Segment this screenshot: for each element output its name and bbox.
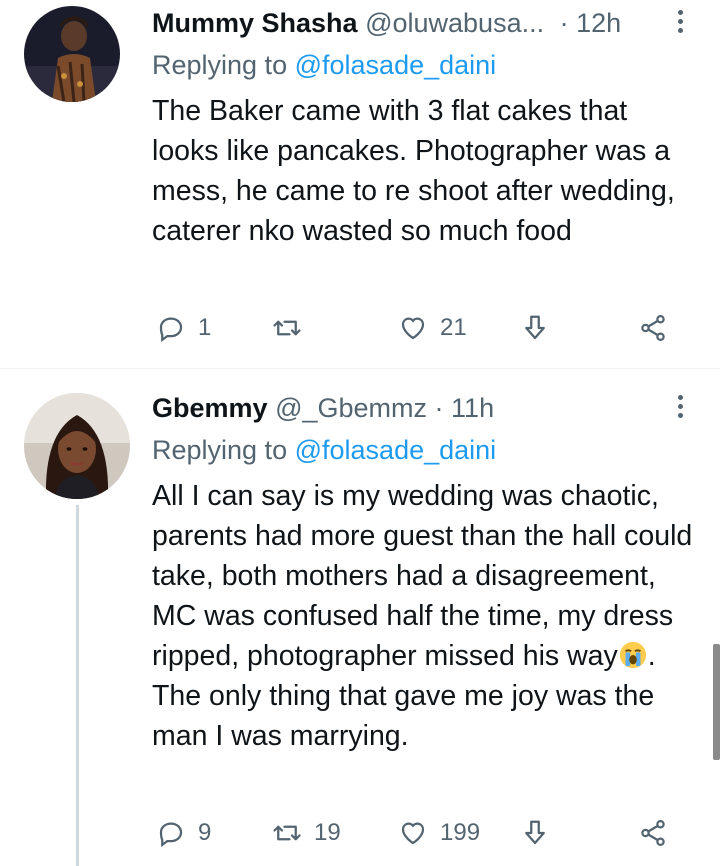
- share-button[interactable]: [638, 813, 668, 853]
- tweet-2-header: Gbemmy @_Gbemmz · 11h: [152, 391, 680, 425]
- thread-line: [76, 505, 79, 866]
- more-vertical-icon[interactable]: [676, 10, 684, 33]
- reply-button[interactable]: 9: [156, 813, 211, 853]
- tweet-1-header: Mummy Shasha @oluwabusa... · 12h: [152, 6, 680, 40]
- tweet-1[interactable]: Mummy Shasha @oluwabusa... · 12h Replyin…: [0, 0, 720, 368]
- tweet-1-actions: 1 21: [152, 308, 680, 348]
- vote-button[interactable]: [520, 813, 550, 853]
- avatar-gbemmy[interactable]: [24, 393, 130, 499]
- user-handle[interactable]: @oluwabusa...: [365, 8, 544, 38]
- replying-to: Replying to @folasade_daini: [152, 433, 496, 467]
- reply-count: 1: [198, 314, 212, 341]
- reply-icon: [159, 317, 183, 343]
- tweet-text-part-1: All I can say is my wedding was chaotic,…: [152, 480, 693, 672]
- more-vertical-icon[interactable]: [676, 395, 684, 418]
- retweet-icon: [273, 320, 301, 336]
- like-count: 199: [440, 819, 481, 846]
- download-arrow-icon: [525, 820, 545, 845]
- reply-button[interactable]: 1: [156, 308, 211, 348]
- replying-to-handle[interactable]: @folasade_daini: [295, 435, 497, 465]
- share-button[interactable]: [638, 308, 668, 348]
- heart-icon: [401, 317, 425, 340]
- user-handle[interactable]: @_Gbemmz: [275, 393, 427, 423]
- share-icon: [641, 315, 665, 341]
- replying-to-handle[interactable]: @folasade_daini: [295, 50, 497, 80]
- replying-to-prefix: Replying to: [152, 50, 288, 80]
- tweet-text: All I can say is my wedding was chaotic,…: [152, 476, 700, 756]
- separator-dot: ·: [434, 393, 444, 423]
- avatar-mummy-shasha[interactable]: [24, 6, 120, 102]
- separator-dot: ·: [559, 8, 569, 38]
- retweet-icon: [273, 825, 301, 841]
- like-count: 21: [440, 314, 467, 341]
- display-name[interactable]: Gbemmy: [152, 393, 268, 423]
- scrollbar[interactable]: [713, 644, 720, 760]
- timestamp[interactable]: 12h: [576, 8, 621, 38]
- replying-to-prefix: Replying to: [152, 435, 288, 465]
- replying-to: Replying to @folasade_daini: [152, 48, 496, 82]
- crying-face-emoji: [619, 641, 646, 669]
- vote-button[interactable]: [520, 308, 550, 348]
- retweet-button[interactable]: [272, 308, 314, 348]
- download-arrow-icon: [525, 315, 545, 340]
- tweet-2-actions: 9 19 199: [152, 813, 680, 853]
- share-icon: [641, 820, 665, 846]
- tweet-2[interactable]: Gbemmy @_Gbemmz · 11h Replying to @folas…: [0, 369, 720, 866]
- timestamp[interactable]: 11h: [451, 393, 494, 423]
- reply-count: 9: [198, 819, 212, 846]
- reply-icon: [159, 822, 183, 848]
- like-button[interactable]: 199: [398, 813, 480, 853]
- tweet-text: The Baker came with 3 flat cakes that lo…: [152, 95, 675, 247]
- display-name[interactable]: Mummy Shasha: [152, 8, 358, 38]
- heart-icon: [401, 822, 425, 845]
- like-button[interactable]: 21: [398, 308, 467, 348]
- retweet-count: 19: [314, 819, 341, 846]
- retweet-button[interactable]: 19: [272, 813, 341, 853]
